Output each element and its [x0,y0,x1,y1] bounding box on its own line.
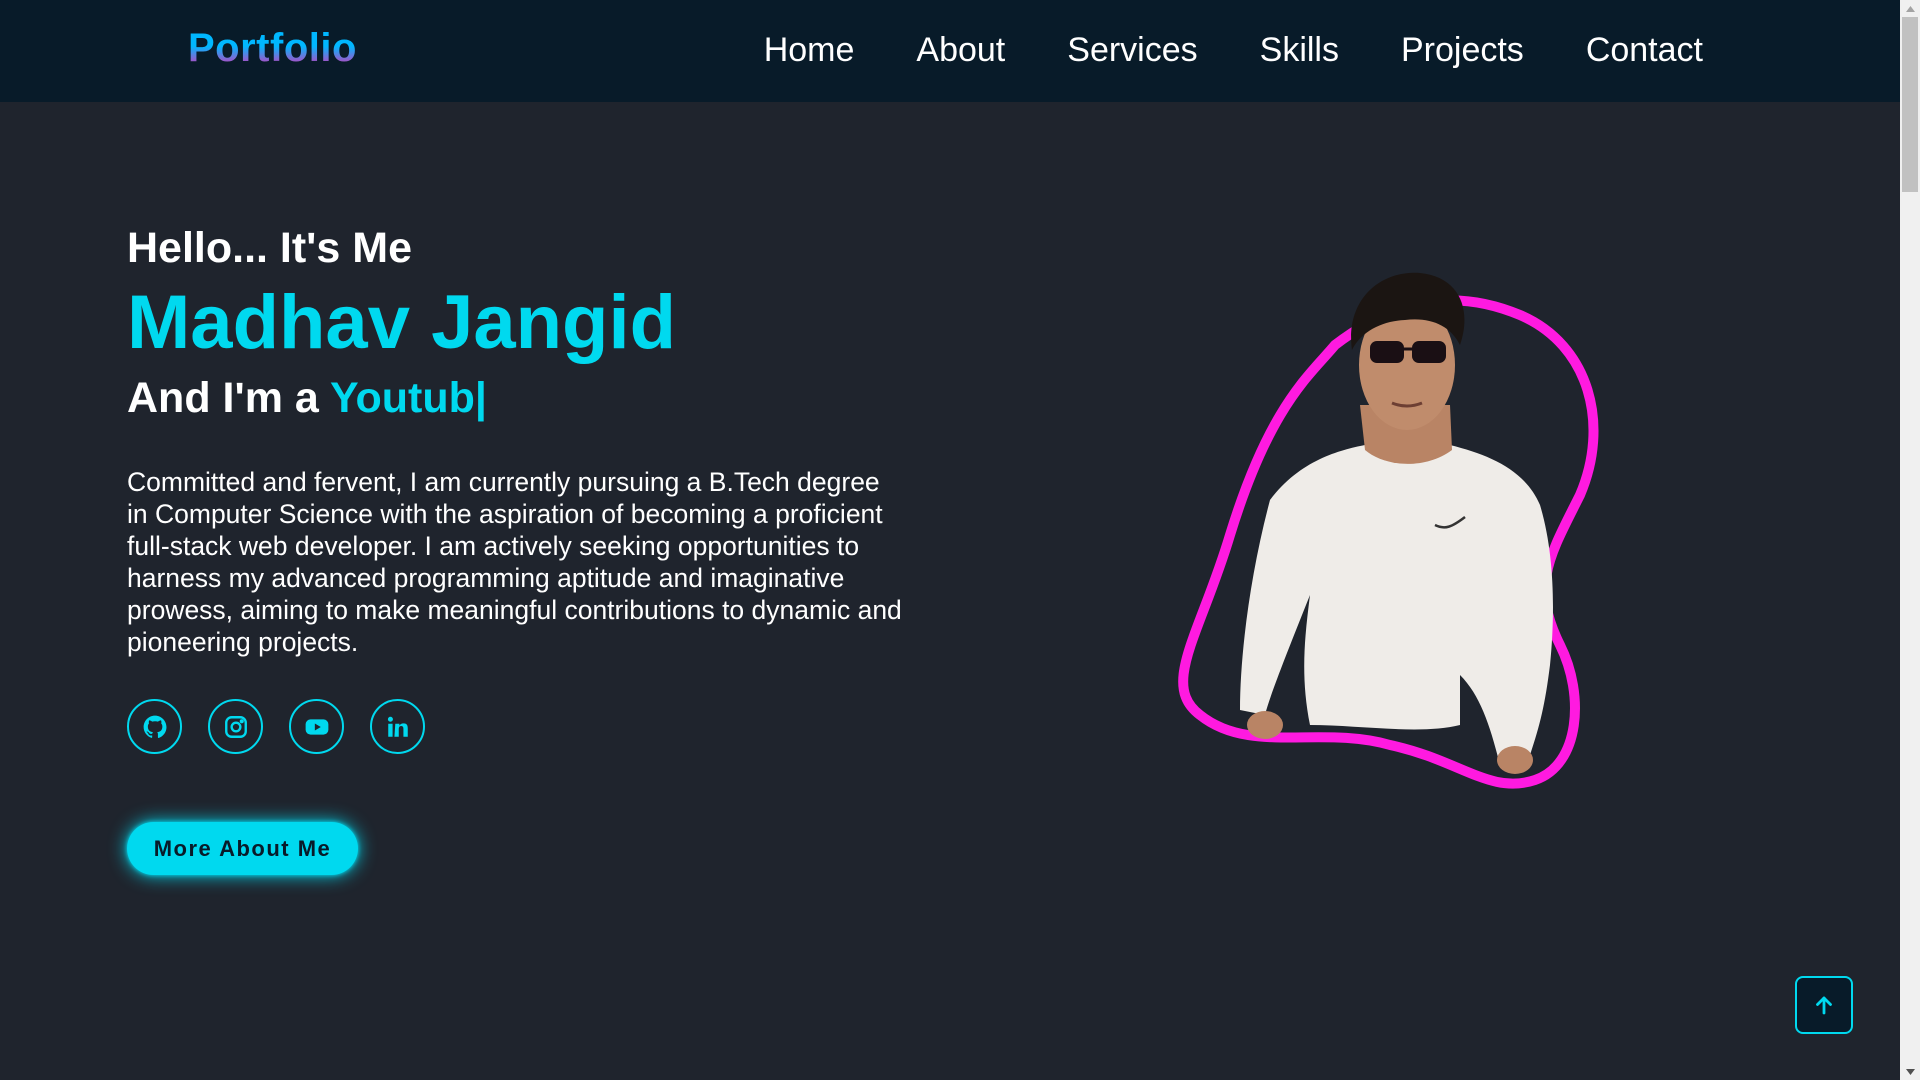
shirt-shape [1240,445,1553,765]
hero-role: And I'm a Youtub| [127,372,907,424]
role-typed-text: Youtub| [329,374,487,422]
linkedin-link[interactable] [370,699,425,754]
site-header: Portfolio Home About Services Skills Pro… [0,0,1900,102]
hero-name: Madhav Jangid [127,280,676,365]
linkedin-icon [387,716,408,737]
instagram-link[interactable] [208,699,263,754]
social-links [127,699,907,754]
scrollbar-thumb[interactable] [1902,17,1918,192]
scroll-up-arrow-icon[interactable] [1900,0,1920,17]
youtube-link[interactable] [289,699,344,754]
instagram-icon [224,715,247,738]
sunglasses-right [1412,341,1446,363]
role-prefix: And I'm a [127,374,330,422]
nav-projects[interactable]: Projects [1401,30,1524,70]
scroll-to-top-button[interactable] [1795,976,1853,1034]
nav-skills[interactable]: Skills [1260,30,1339,70]
hero-bio: Committed and fervent, I am currently pu… [127,467,902,657]
sunglasses-left [1370,341,1404,363]
right-hand [1497,746,1533,774]
hero-greeting: Hello... It's Me [127,224,413,272]
github-link[interactable] [127,699,182,754]
nav-services[interactable]: Services [1067,30,1197,70]
left-hand [1247,711,1283,739]
profile-photo-illustration [1178,272,1599,789]
nav-home[interactable]: Home [764,30,855,70]
arrow-up-icon [1816,996,1832,1015]
logo[interactable]: Portfolio [188,26,357,71]
scroll-down-arrow-icon[interactable] [1900,1063,1920,1080]
github-icon [143,715,166,738]
youtube-icon [305,718,328,735]
nav-contact[interactable]: Contact [1586,30,1703,70]
nav-about[interactable]: About [916,30,1005,70]
main-nav: Home About Services Skills Projects Cont… [764,30,1703,70]
profile-portrait [1160,255,1640,795]
page-scrollbar[interactable] [1900,0,1920,1080]
more-about-me-button[interactable]: More About Me [127,822,358,875]
hero-section: Hello... It's Me Madhav Jangid And I'm a… [127,222,907,875]
